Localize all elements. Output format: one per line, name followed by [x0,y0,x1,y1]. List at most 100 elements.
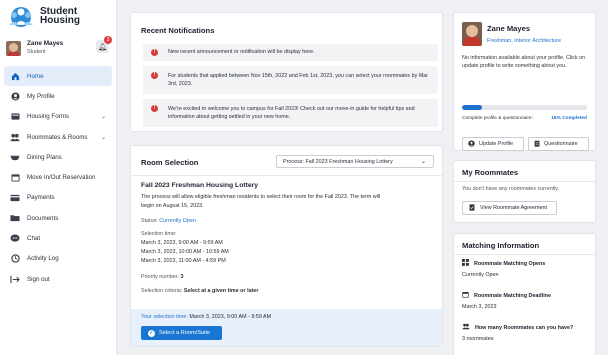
card-title: Matching Information [462,241,540,250]
chat-icon [10,234,20,244]
priority-value: 3 [180,274,184,280]
profile-icon [10,91,20,101]
sidebar-item-documents[interactable]: Documents [4,208,112,228]
process-label: Process: [283,158,304,165]
matching-item-label: Roommate Matching Opens [474,260,546,267]
check-circle-icon: ✓ [148,329,155,337]
logo-text: Student Housing [40,7,80,26]
sidebar-item-sign-out[interactable]: Sign out [4,269,112,289]
sidebar-item-label: Home [27,72,44,80]
room-selection-card: Room Selection Process: Fall 2023 Freshm… [130,145,443,347]
sidebar-item-chat[interactable]: Chat [4,228,112,248]
matching-information-card: Matching Information Roommate Matching O… [453,233,597,355]
sidebar-item-payments[interactable]: Payments [4,188,112,208]
sidebar-item-my-profile[interactable]: My Profile [4,86,112,106]
sidebar-item-dining-plans[interactable]: Dining Plans [4,147,112,167]
priority-row: Priority number: 3 [141,273,184,282]
selection-time-slot: March 3, 2023, 11:00 AM - 4:59 PM [141,258,226,264]
sidebar-item-label: Payments [27,194,55,202]
update-profile-button[interactable]: Update Profile [462,137,524,151]
sidebar-item-home[interactable]: Home [4,66,112,87]
profile-name: Zane Mayes [487,24,531,33]
criteria-row: Selection criteria: Select at a given ti… [141,287,258,296]
logo-line2: Housing [40,15,80,26]
sidebar-item-label: Activity Log [27,255,59,263]
profile-subtitle: Freshman, Interior Architecture [487,38,561,44]
sidebar-item-label: Sign out [27,275,50,283]
signout-icon [10,274,20,284]
recent-notifications-card: Recent Notifications ! New recent announ… [130,12,443,132]
criteria-value: Select at a given time or later [183,288,259,294]
current-user: Zane Mayes Student 🔔︎ 3 [6,36,112,59]
calendar-icon [10,173,20,183]
sidebar-item-housing-forms[interactable]: Housing Forms ⌄ [4,107,112,127]
status-row: Status: Currently Open [141,217,196,226]
questionnaire-button[interactable]: Questionnaire [528,137,589,151]
app-logo[interactable]: Student Housing [5,4,80,28]
activity-icon [10,254,20,264]
sidebar-item-activity-log[interactable]: Activity Log [4,249,112,269]
user-circle-icon [468,139,475,149]
process-value: Fall 2023 Freshman Housing Lottery [305,158,393,165]
sidebar-item-label: Dining Plans [27,153,62,161]
profile-description: No information available about your prof… [462,55,586,70]
logo-icon [5,4,37,28]
avatar [6,40,21,56]
button-label: Questionnaire [544,141,578,147]
your-selection-time: Your selection time: March 3, 2023, 9:00… [141,314,271,320]
profile-card: Zane Mayes Freshman, Interior Architectu… [453,12,596,151]
view-roommate-agreement-button[interactable]: View Roommate Agreement [462,201,557,215]
matching-item-value: Currently Open [462,272,499,278]
alert-icon: ! [151,72,158,79]
criteria-label: Selection criteria: [141,288,183,294]
chevron-down-icon: ⌄ [100,134,106,141]
chevron-down-icon: ⌄ [420,159,426,165]
selection-times: March 3, 2023, 9:00 AM - 9:59 AM March 3… [141,239,229,266]
people-icon [462,323,470,332]
priority-label: Priority number: [141,274,180,280]
your-time-value: March 3, 2023, 9:00 AM - 9:59 AM [189,314,272,320]
notification-text: We're excited to welcome you to campus f… [168,105,415,120]
matching-item-label: How many Roommates can you have? [475,324,574,331]
alert-icon: ! [151,49,158,56]
sidebar: Student Housing Zane Mayes Student 🔔︎ 3 … [0,0,117,355]
notification-item[interactable]: ! For students that applied between Nov … [143,66,438,94]
roommates-empty-text: You don't have any roommates currently. [462,186,560,192]
sidebar-item-label: Housing Forms [27,113,69,121]
selection-time-slot: March 3, 2023, 9:00 AM - 9:59 AM [141,240,223,246]
document-check-icon [469,203,475,213]
selection-time-label: Selection time: [141,231,177,237]
description-line: begin on August 15, 2023. [141,203,204,209]
select-room-button[interactable]: ✓ Select a Room/Suite [141,326,222,340]
notification-text: New recent announcement or notification … [168,49,315,56]
selection-time-slot: March 3, 2023, 10:00 AM - 10:59 AM [141,249,229,255]
divider [131,175,442,176]
matching-item: Roommate Matching Deadline March 3, 2023 [462,291,551,310]
lottery-title: Fall 2023 Freshman Housing Lottery [141,182,259,189]
notifications-button[interactable]: 🔔︎ 3 [96,36,112,53]
forms-icon [10,112,20,122]
chevron-down-icon: ⌄ [100,114,106,121]
matching-item-value: March 3, 2023 [462,304,497,310]
your-time-label: Your selection time: [141,314,188,320]
clipboard-icon [534,140,540,149]
calendar-icon [462,291,469,300]
alert-icon: ! [151,105,158,112]
description-line: The process will allow eligible freshman… [141,194,381,200]
process-select[interactable]: Process: Fall 2023 Freshman Housing Lott… [276,155,434,168]
matching-item-value: 3 roommates [462,336,494,342]
avatar [462,22,482,46]
dining-icon [10,152,20,162]
user-role: Student [27,49,46,55]
status-label: Status: [141,218,158,224]
notification-text: For students that applied between Nov 15… [168,72,429,87]
status-value: Currently Open [159,218,196,224]
sidebar-item-label: Roommates & Rooms [27,133,88,141]
sidebar-item-move-reservation[interactable]: Move In/Out Reservation [4,167,112,187]
notification-item[interactable]: ! New recent announcement or notificatio… [143,44,438,61]
sidebar-item-roommates-rooms[interactable]: Roommates & Rooms ⌄ [4,127,112,147]
sidebar-item-label: Documents [27,214,59,222]
payments-icon [10,193,20,203]
sidebar-item-label: Move In/Out Reservation [27,174,96,182]
notification-item[interactable]: ! We're excited to welcome you to campus… [143,99,438,127]
